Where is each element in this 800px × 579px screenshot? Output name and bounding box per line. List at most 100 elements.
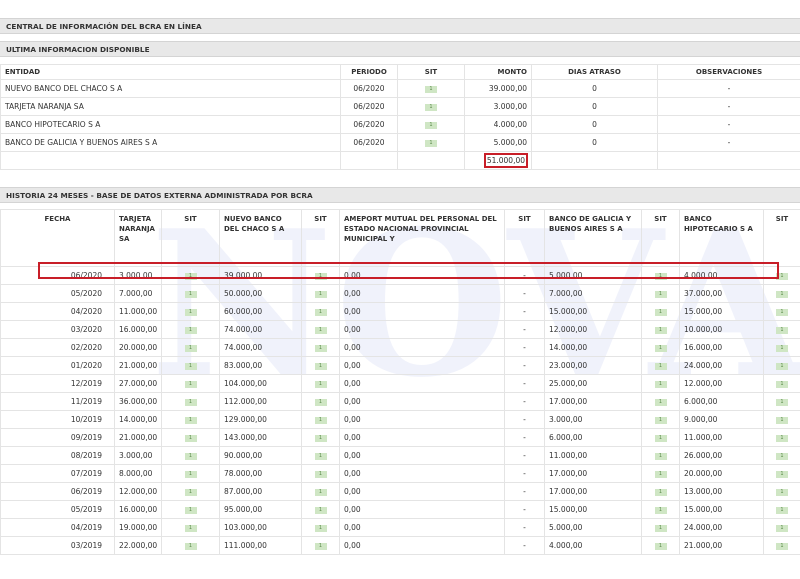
fecha-cell: 02/2020 <box>0 338 115 357</box>
sit-badge: 1 <box>184 416 197 424</box>
ameport-cell: 0,00 <box>339 482 505 501</box>
sit-badge: 1 <box>314 542 327 550</box>
hipotecario-cell: 6.000,00 <box>679 392 764 411</box>
table-row: 01/2020 21.000,00 1 83.000,00 1 0,00-23.000,0… <box>0 356 800 375</box>
fecha-cell: 03/2019 <box>0 536 115 555</box>
fecha-cell: 07/2019 <box>0 464 115 483</box>
ameport-sit-cell: - <box>504 284 545 303</box>
galicia-cell: 17.000,00 <box>544 464 642 483</box>
sit-badge: 1 <box>776 290 788 298</box>
sit-badge: 1 <box>776 362 788 370</box>
sit-cell: 1 <box>301 428 340 447</box>
sit-cell: 1 <box>763 518 800 537</box>
nuevo-banco-chaco-cell: 74.000,00 <box>219 320 302 339</box>
ameport-sit-cell: - <box>504 374 545 393</box>
nuevo-banco-chaco-cell: 90.000,00 <box>219 446 302 465</box>
hipotecario-cell: 12.000,00 <box>679 374 764 393</box>
periodo-cell: 06/2020 <box>340 97 398 116</box>
sit-cell: 1 <box>301 320 340 339</box>
col-nuevo-banco-chaco: NUEVO BANCO DEL CHACO S A <box>219 209 302 267</box>
section2-title: HISTORIA 24 MESES - BASE DE DATOS EXTERN… <box>0 187 800 203</box>
last-info-table: ENTIDAD PERIODO SIT MONTO DIAS ATRASO OB… <box>0 64 800 170</box>
hipotecario-cell: 24.000,00 <box>679 518 764 537</box>
ameport-cell: 0,00 <box>339 392 505 411</box>
hipotecario-cell: 4.000,00 <box>679 266 764 285</box>
sit-badge: 1 <box>314 398 327 406</box>
nuevo-banco-chaco-cell: 112.000,00 <box>219 392 302 411</box>
history-table: FECHA TARJETA NARANJA SA SIT NUEVO BANCO… <box>0 209 800 555</box>
sit-cell: 1 <box>301 500 340 519</box>
nuevo-banco-chaco-cell: 143.000,00 <box>219 428 302 447</box>
sit-badge: 1 <box>425 139 437 147</box>
ameport-sit-cell: - <box>504 518 545 537</box>
sit-cell: 1 <box>763 500 800 519</box>
ameport-sit-cell: - <box>504 428 545 447</box>
sit-cell: 1 <box>161 338 220 357</box>
sit-badge: 1 <box>314 434 327 442</box>
sit-badge: 1 <box>314 308 327 316</box>
hipotecario-cell: 13.000,00 <box>679 482 764 501</box>
dias-atraso-cell: 0 <box>531 115 658 134</box>
table-row: 05/2020 7.000,00 1 50.000,00 1 0,00-7.000,00 1… <box>0 284 800 303</box>
ameport-cell: 0,00 <box>339 266 505 285</box>
sit-cell: 1 <box>763 428 800 447</box>
monto-cell: 3.000,00 <box>464 97 532 116</box>
fecha-cell: 01/2020 <box>0 356 115 375</box>
sit-cell: 1 <box>161 356 220 375</box>
sit-badge: 1 <box>314 290 327 298</box>
sit-cell: 1 <box>763 464 800 483</box>
sit-badge: 1 <box>314 380 327 388</box>
col-entidad: ENTIDAD <box>0 64 341 80</box>
col-observaciones: OBSERVACIONES <box>657 64 800 80</box>
hipotecario-cell: 37.000,00 <box>679 284 764 303</box>
galicia-cell: 15.000,00 <box>544 500 642 519</box>
sit-cell: 1 <box>161 374 220 393</box>
nuevo-banco-chaco-cell: 129.000,00 <box>219 410 302 429</box>
sit-cell: 1 <box>763 284 800 303</box>
sit-cell: 1 <box>763 356 800 375</box>
galicia-cell: 5.000,00 <box>544 518 642 537</box>
dias-atraso-cell: 0 <box>531 79 658 98</box>
sit-cell: 1 <box>641 392 680 411</box>
ameport-cell: 0,00 <box>339 410 505 429</box>
ameport-cell: 0,00 <box>339 446 505 465</box>
sit-cell: 1 <box>301 338 340 357</box>
fecha-cell: 12/2019 <box>0 374 115 393</box>
sit-cell: 1 <box>641 482 680 501</box>
table-row: 10/2019 14.000,00 1 129.000,00 1 0,00-3.000,0… <box>0 410 800 429</box>
sit-badge: 1 <box>776 524 788 532</box>
sit-badge: 1 <box>184 470 197 478</box>
sit-badge: 1 <box>654 416 667 424</box>
col-sit-3: SIT <box>504 209 545 267</box>
galicia-cell: 23.000,00 <box>544 356 642 375</box>
sit-cell: 1 <box>301 284 340 303</box>
sit-cell: 1 <box>397 133 465 152</box>
tarjeta-naranja-cell: 8.000,00 <box>114 464 162 483</box>
galicia-cell: 4.000,00 <box>544 536 642 555</box>
sit-cell: 1 <box>161 428 220 447</box>
galicia-cell: 25.000,00 <box>544 374 642 393</box>
col-banco-hipotecario: BANCO HIPOTECARIO S A <box>679 209 764 267</box>
table-row: BANCO DE GALICIA Y BUENOS AIRES S A 06/20… <box>0 133 800 152</box>
tarjeta-naranja-cell: 21.000,00 <box>114 356 162 375</box>
sit-cell: 1 <box>641 428 680 447</box>
tarjeta-naranja-cell: 27.000,00 <box>114 374 162 393</box>
ameport-cell: 0,00 <box>339 374 505 393</box>
sit-badge: 1 <box>314 344 327 352</box>
tarjeta-naranja-cell: 36.000,00 <box>114 392 162 411</box>
ameport-sit-cell: - <box>504 410 545 429</box>
sit-badge: 1 <box>776 470 788 478</box>
ameport-sit-cell: - <box>504 302 545 321</box>
sit-cell: 1 <box>641 302 680 321</box>
col-sit-4: SIT <box>641 209 680 267</box>
col-periodo: PERIODO <box>340 64 398 80</box>
sit-cell: 1 <box>763 302 800 321</box>
sit-badge: 1 <box>425 103 437 111</box>
sit-cell: 1 <box>641 446 680 465</box>
periodo-cell: 06/2020 <box>340 79 398 98</box>
nuevo-banco-chaco-cell: 103.000,00 <box>219 518 302 537</box>
ameport-sit-cell: - <box>504 482 545 501</box>
sit-cell: 1 <box>301 392 340 411</box>
sit-badge: 1 <box>776 434 788 442</box>
sit-cell: 1 <box>161 284 220 303</box>
